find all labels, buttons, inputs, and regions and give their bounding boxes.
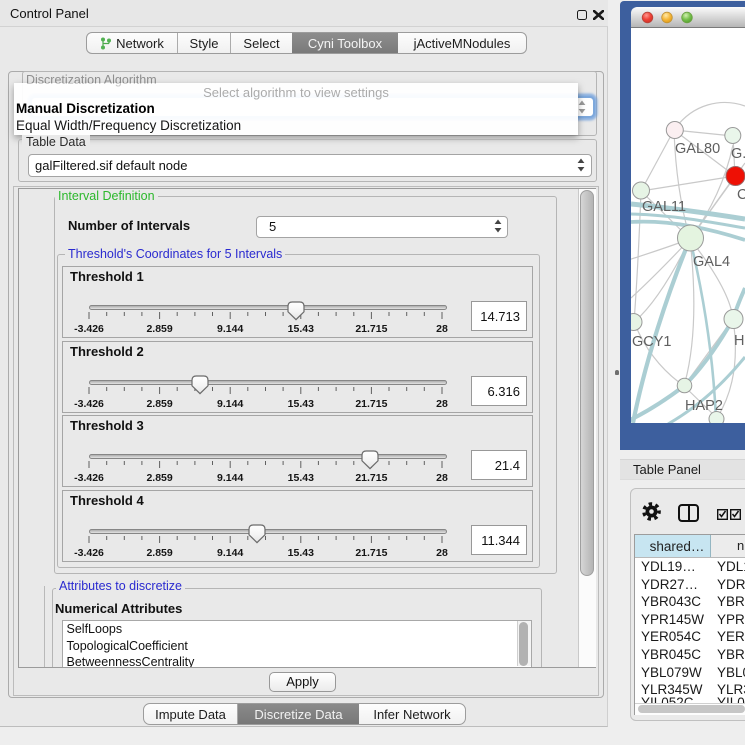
svg-text:GAL4: GAL4 — [693, 254, 730, 270]
svg-text:G.: G. — [731, 146, 745, 162]
svg-text:HAP2: HAP2 — [685, 398, 723, 414]
svg-text:GAL80: GAL80 — [675, 141, 720, 157]
svg-text:H: H — [734, 333, 744, 349]
svg-text:GAL11: GAL11 — [642, 199, 686, 215]
svg-text:C: C — [737, 187, 745, 203]
svg-text:GCY1: GCY1 — [632, 334, 672, 350]
